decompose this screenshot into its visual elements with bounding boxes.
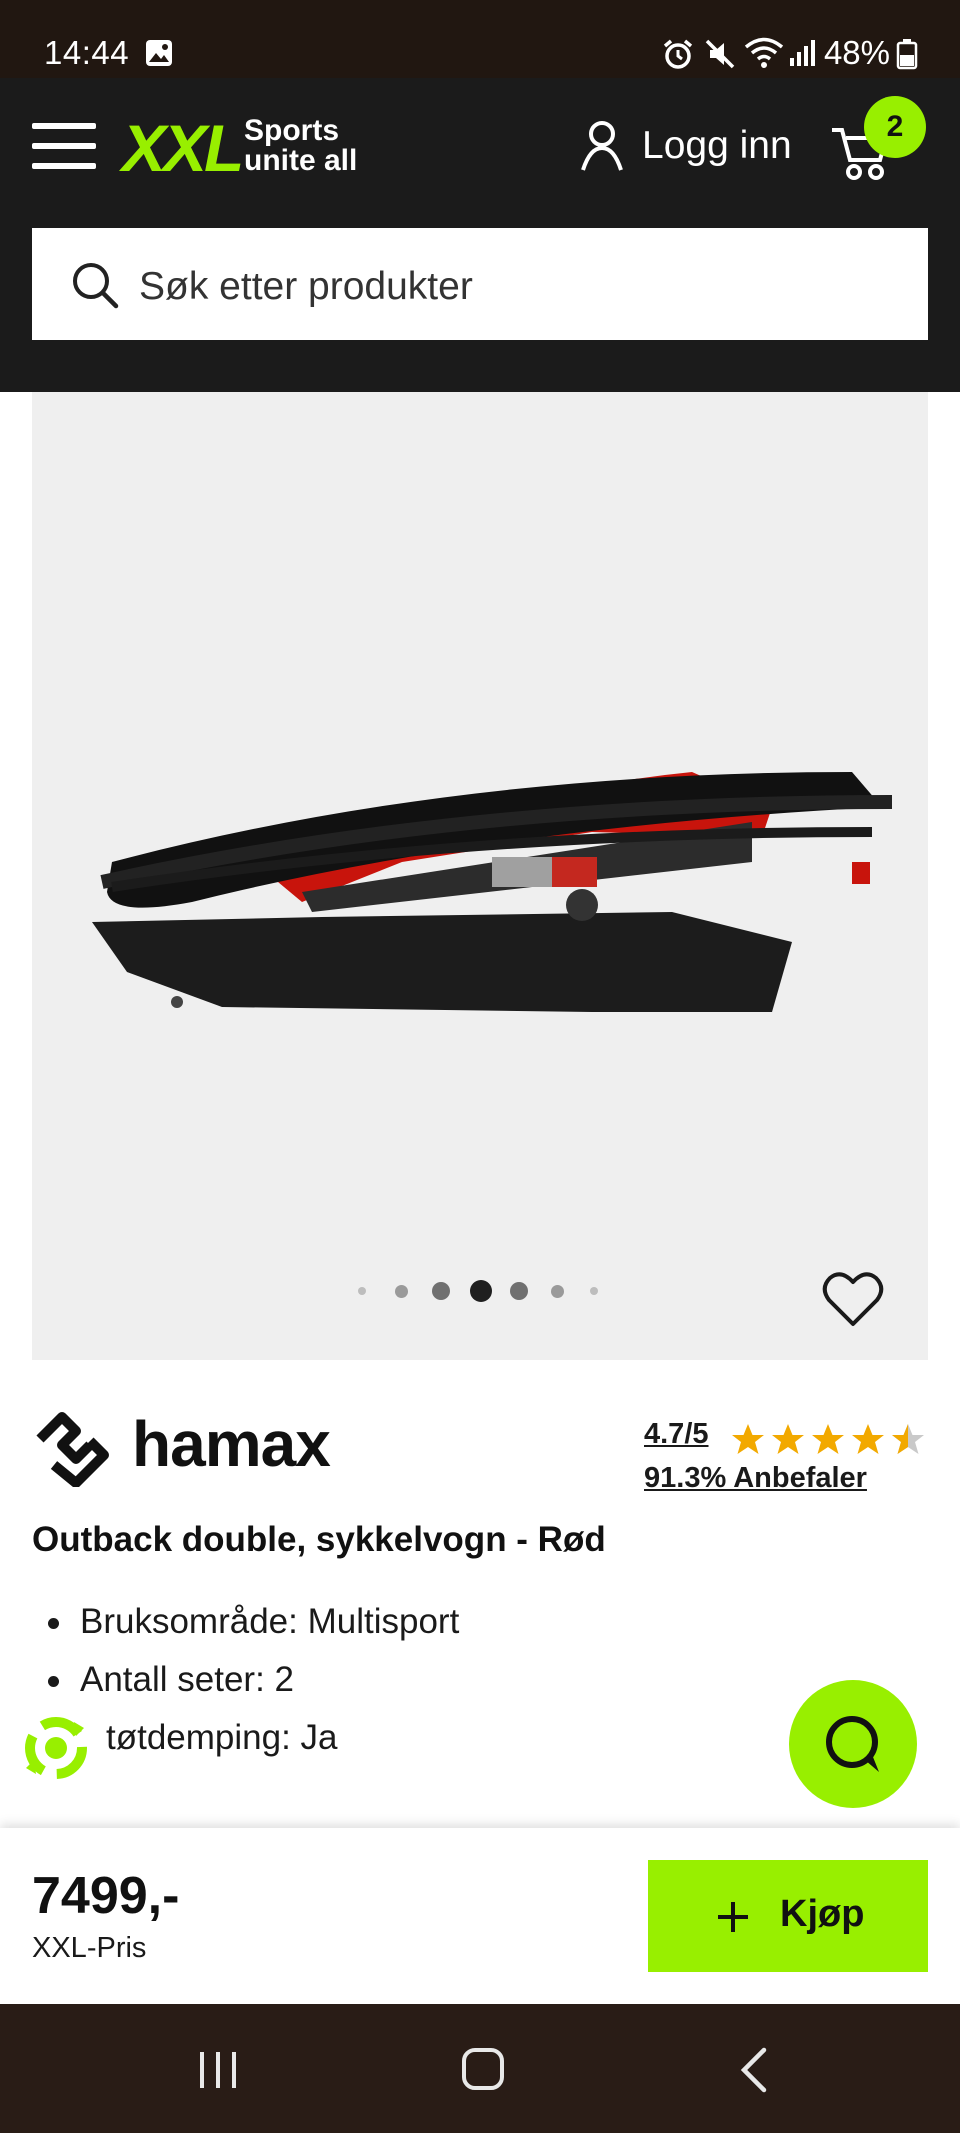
mute-icon xyxy=(705,39,735,69)
recycle-widget[interactable] xyxy=(14,1706,98,1790)
feature-seats: Antall seter: 2 xyxy=(80,1660,294,1699)
gallery-dot[interactable] xyxy=(358,1287,366,1295)
gallery-dot[interactable] xyxy=(551,1285,564,1298)
product-image xyxy=(92,772,893,1012)
gallery-dot[interactable] xyxy=(590,1287,598,1295)
system-nav-bar xyxy=(0,2004,960,2133)
rating-stars xyxy=(732,1424,924,1454)
feature-usage: Bruksområde: Multisport xyxy=(80,1602,460,1641)
site-header: XXL Sports unite all Logg inn 2 Søk ette… xyxy=(0,78,960,392)
rating-value[interactable]: 4.7/5 xyxy=(644,1418,709,1451)
cart-count-badge: 2 xyxy=(864,96,926,158)
hamburger-menu-icon[interactable] xyxy=(32,123,96,169)
bullet xyxy=(48,1676,59,1687)
recommend-percentage[interactable]: 91.3% Anbefaler xyxy=(644,1462,867,1495)
brand-name: hamax xyxy=(132,1408,331,1480)
feature-suspension: tøtdemping: Ja xyxy=(106,1718,338,1758)
recent-apps-icon[interactable] xyxy=(196,2048,240,2092)
recycle-icon xyxy=(25,1717,87,1779)
logo-tagline-1: Sports xyxy=(244,114,340,147)
logo-text: XXL xyxy=(122,111,244,185)
status-time: 14:44 xyxy=(44,34,130,71)
favorite-heart-icon[interactable] xyxy=(822,1270,884,1328)
bullet xyxy=(48,1618,59,1629)
price: 7499,- xyxy=(32,1867,180,1925)
logo-tagline-2: unite all xyxy=(244,144,358,177)
back-icon[interactable] xyxy=(736,2046,770,2094)
plus-icon xyxy=(718,1902,748,1932)
login-link[interactable]: Logg inn xyxy=(580,120,800,176)
buy-label: Kjøp xyxy=(780,1893,865,1935)
price-label: XXL-Pris xyxy=(32,1932,147,1964)
gallery-dot[interactable] xyxy=(395,1285,408,1298)
login-label: Logg inn xyxy=(642,124,792,167)
wifi-icon xyxy=(744,37,784,68)
buy-bar: 7499,- XXL-Pris Kjøp xyxy=(0,1828,960,2004)
search-icon xyxy=(73,263,119,309)
battery-icon xyxy=(896,39,918,70)
status-bar: 14:44 48% xyxy=(0,0,960,78)
home-icon[interactable] xyxy=(460,2046,506,2092)
battery-percent: 48% xyxy=(823,34,890,71)
gallery-dot[interactable] xyxy=(510,1282,528,1300)
product-image-gallery[interactable] xyxy=(32,392,928,1360)
product-title: Outback double, sykkelvogn - Rød xyxy=(32,1520,606,1559)
alarm-icon xyxy=(663,39,693,69)
user-icon xyxy=(581,121,623,171)
cart-button[interactable]: 2 xyxy=(830,96,940,186)
search-input[interactable]: Søk etter produkter xyxy=(32,228,928,340)
gallery-dot[interactable] xyxy=(432,1282,450,1300)
chat-button[interactable] xyxy=(789,1680,917,1808)
brand-logo[interactable]: hamax xyxy=(32,1405,372,1487)
signal-icon xyxy=(790,40,815,66)
hamax-logo-icon xyxy=(36,1412,109,1487)
image-notification-icon xyxy=(146,40,172,66)
buy-button[interactable]: Kjøp xyxy=(648,1860,928,1972)
chat-icon xyxy=(826,1716,879,1772)
gallery-dot-active[interactable] xyxy=(470,1280,492,1302)
search-placeholder: Søk etter produkter xyxy=(139,265,473,308)
